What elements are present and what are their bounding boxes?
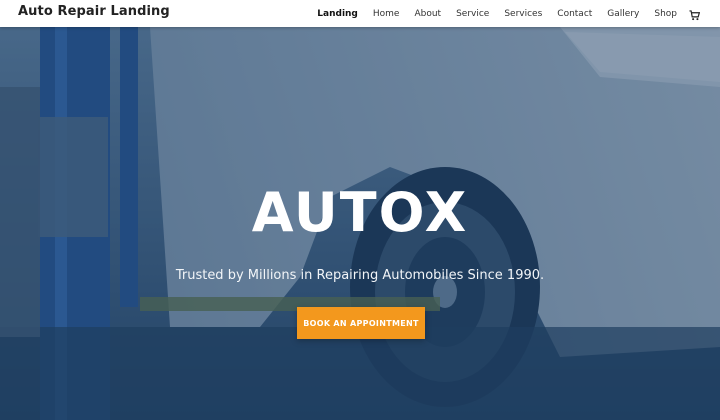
nav-item-about[interactable]: About: [414, 9, 441, 19]
nav-item-service[interactable]: Service: [456, 9, 489, 19]
site-header: Auto Repair Landing Landing Home About S…: [0, 0, 720, 27]
main-nav: Landing Home About Service Services Cont…: [302, 0, 701, 27]
nav-item-gallery[interactable]: Gallery: [607, 9, 639, 19]
nav-item-contact[interactable]: Contact: [557, 9, 592, 19]
nav-item-shop[interactable]: Shop: [654, 9, 677, 19]
nav-item-services[interactable]: Services: [504, 9, 542, 19]
site-title[interactable]: Auto Repair Landing: [18, 4, 170, 19]
book-appointment-button[interactable]: BOOK AN APPOINTMENT: [297, 307, 425, 339]
hero-title: AUTOX: [251, 181, 469, 244]
hero-section: AUTOX Trusted by Millions in Repairing A…: [0, 27, 720, 420]
hero-subtitle: Trusted by Millions in Repairing Automob…: [175, 268, 545, 283]
nav-item-landing[interactable]: Landing: [317, 9, 358, 19]
nav-item-home[interactable]: Home: [373, 9, 400, 19]
shopping-cart-icon[interactable]: [689, 8, 701, 21]
